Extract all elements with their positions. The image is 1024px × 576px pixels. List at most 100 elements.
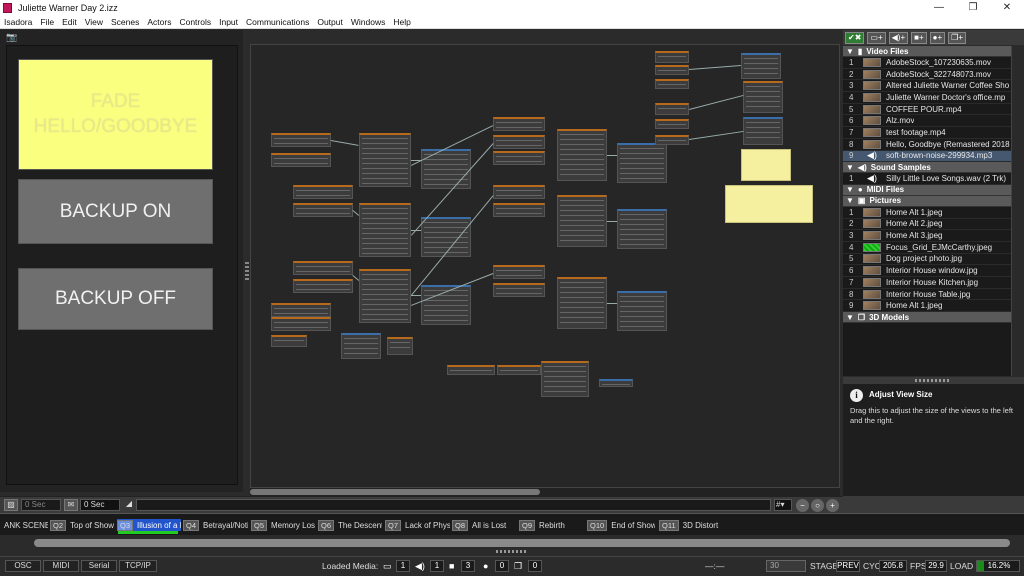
scene-tab[interactable]: Q8 All is Lost	[452, 519, 516, 531]
splitter-grip[interactable]	[915, 379, 951, 382]
scene-tab[interactable]: Q10 End of Show	[587, 519, 655, 531]
actor-node[interactable]	[599, 379, 633, 387]
actor-node[interactable]	[617, 209, 667, 249]
picture-file-item[interactable]: 7 Interior House Kitchen.jpg	[843, 277, 1011, 289]
sound-sample-item[interactable]: 1 ◀) Silly Little Love Songs.wav (2 Trk)	[843, 173, 1011, 185]
add-picture-button[interactable]: ■+	[911, 31, 927, 44]
actor-node[interactable]	[493, 185, 545, 199]
menu-input[interactable]: Input	[215, 17, 242, 27]
serial-button[interactable]: Serial	[81, 560, 117, 572]
actor-node[interactable]	[655, 119, 689, 129]
actor-node[interactable]	[359, 203, 411, 257]
actor-node[interactable]	[493, 117, 545, 131]
backup-on-button[interactable]: BACKUP ON	[18, 179, 213, 244]
preview-button[interactable]: PREV	[836, 560, 860, 572]
collapse-icon[interactable]: ▼	[846, 47, 854, 56]
actor-node[interactable]	[271, 335, 307, 347]
picture-file-item[interactable]: 4 Focus_Grid_EJMcCarthy.jpeg	[843, 242, 1011, 254]
actor-node[interactable]	[617, 143, 667, 183]
scene-tab[interactable]: Q3Illusion of a Pe	[117, 519, 181, 531]
stage-select[interactable]: 30	[766, 560, 806, 572]
actor-node[interactable]	[271, 303, 331, 317]
zoom-out-icon[interactable]: −	[796, 499, 809, 512]
add-sound-button[interactable]: ◀)+	[888, 31, 909, 44]
fade-hello-goodbye-button[interactable]: FADE HELLO/GOODBYE	[18, 59, 213, 170]
actor-node[interactable]	[271, 133, 331, 147]
view-size-splitter[interactable]	[843, 377, 1024, 384]
actor-node[interactable]	[271, 153, 331, 167]
scene-splitter-grip[interactable]	[496, 550, 526, 553]
video-file-item[interactable]: 9 ◀) soft-brown-noise-299934.mp3	[843, 150, 1011, 163]
scene-tab[interactable]: Q6 The Descent	[318, 519, 382, 531]
picture-file-item[interactable]: 2 Home Alt 2.jpeg	[843, 219, 1011, 231]
fade-in-time-field[interactable]: 0 Sec	[21, 499, 61, 511]
actor-node[interactable]	[497, 365, 541, 375]
actor-node[interactable]	[293, 185, 353, 199]
maximize-button[interactable]: ❐	[956, 0, 990, 15]
video-file-item[interactable]: 6 Alz.mov	[843, 115, 1011, 128]
envelope-icon[interactable]: ✉	[64, 499, 78, 511]
menu-scenes[interactable]: Scenes	[107, 17, 143, 27]
video-file-item[interactable]: 8 Hello, Goodbye (Remastered 2018	[843, 139, 1011, 151]
actor-node[interactable]	[655, 79, 689, 89]
menu-communications[interactable]: Communications	[242, 17, 313, 27]
scene-tab[interactable]: Q2 Top of Show	[50, 519, 114, 531]
video-file-item[interactable]: 7 test footage.mp4	[843, 127, 1011, 139]
midi-button[interactable]: MIDI	[43, 560, 79, 572]
media-list-scrollbar[interactable]	[1011, 46, 1024, 376]
add-midi-button[interactable]: ●+	[929, 31, 946, 44]
actor-node[interactable]	[655, 65, 689, 75]
actor-node[interactable]	[743, 81, 783, 113]
menu-edit[interactable]: Edit	[58, 17, 81, 27]
menu-windows[interactable]: Windows	[347, 17, 389, 27]
pictures-section[interactable]: ▼ ▣ Pictures	[843, 195, 1011, 207]
fade-out-time-field[interactable]: 0 Sec	[80, 499, 120, 511]
actor-node[interactable]	[557, 195, 607, 247]
scene-tab[interactable]: Q7Lack of Physic	[385, 519, 450, 531]
collapse-icon[interactable]: ▼	[846, 163, 854, 172]
menu-controls[interactable]: Controls	[175, 17, 215, 27]
grid-menu[interactable]: #▾	[774, 499, 792, 511]
actor-node[interactable]	[387, 337, 413, 355]
actor-node[interactable]	[293, 261, 353, 275]
collapse-icon[interactable]: ▼	[846, 313, 854, 322]
add-video-button[interactable]: ▭+	[867, 31, 886, 44]
actor-node[interactable]	[493, 283, 545, 297]
midi-files-section[interactable]: ▼ ● MIDI Files	[843, 184, 1011, 196]
actor-node[interactable]	[655, 103, 689, 115]
scene-comment-field[interactable]	[136, 499, 771, 511]
picture-file-item[interactable]: 5 Dog project photo.jpg	[843, 254, 1011, 266]
actor-node[interactable]	[655, 135, 689, 145]
menu-view[interactable]: View	[81, 17, 107, 27]
add-model-button[interactable]: ❐+	[948, 31, 967, 44]
picture-file-item[interactable]: 3 Home Alt 3.jpeg	[843, 230, 1011, 242]
video-file-item[interactable]: 2 AdobeStock_322748073.mov	[843, 69, 1011, 81]
zoom-in-icon[interactable]: +	[826, 499, 839, 512]
menu-output[interactable]: Output	[313, 17, 347, 27]
canvas-scroll-thumb[interactable]	[250, 489, 540, 495]
close-button[interactable]: ✕	[990, 0, 1024, 15]
3d-models-section[interactable]: ▼ ❒ 3D Models	[843, 312, 1011, 324]
actor-node[interactable]	[617, 291, 667, 331]
ramp-icon[interactable]: ◢	[122, 499, 136, 511]
actor-node[interactable]	[741, 53, 781, 79]
collapse-icon[interactable]: ▼	[846, 196, 854, 205]
video-file-item[interactable]: 3 Altered Juliette Warner Coffee Sho	[843, 80, 1011, 93]
scene-tab[interactable]: Q4 Betrayal/Notic	[183, 519, 248, 531]
video-file-item[interactable]: 1 AdobeStock_107230635.mov	[843, 57, 1011, 69]
actor-node[interactable]	[541, 361, 589, 397]
actor-node[interactable]	[493, 265, 545, 279]
actor-node[interactable]	[341, 333, 381, 359]
actor-node[interactable]	[493, 203, 545, 217]
sound-samples-section[interactable]: ▼ ◀) Sound Samples	[843, 162, 1011, 174]
backup-off-button[interactable]: BACKUP OFF	[18, 268, 213, 330]
scene-list-scrollbar[interactable]	[0, 536, 1024, 550]
picture-file-item[interactable]: 1 Home Alt 1.jpeg	[843, 207, 1011, 219]
actor-node[interactable]	[743, 117, 783, 145]
menu-isadora[interactable]: Isadora	[0, 17, 36, 27]
scene-tab[interactable]: ANK SCENE!	[4, 519, 48, 531]
menu-file[interactable]: File	[36, 17, 58, 27]
comment-note[interactable]	[725, 185, 813, 223]
actor-node[interactable]	[493, 151, 545, 165]
actor-node[interactable]	[557, 129, 607, 181]
